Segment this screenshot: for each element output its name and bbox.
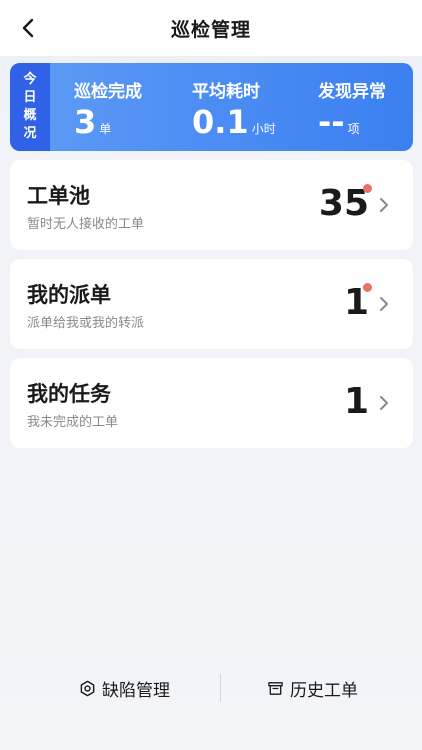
- history-orders-button[interactable]: 历史工单: [267, 676, 358, 701]
- card-title: 我的任务: [27, 382, 111, 406]
- card-subtitle: 派单给我或我的转派: [27, 316, 145, 331]
- stat-inspections-completed: 巡检完成 3 单: [74, 77, 142, 140]
- defect-management-button[interactable]: 缺陷管理: [79, 676, 170, 701]
- card-count: 1: [343, 381, 369, 422]
- stat-unit: 单: [99, 122, 112, 136]
- unread-dot: [363, 184, 372, 193]
- tag-char: 概: [23, 108, 37, 123]
- chevron-right-icon: [380, 297, 388, 311]
- stat-label: 巡检完成: [74, 82, 142, 102]
- stat-value: 3: [74, 103, 97, 141]
- my-tasks-card[interactable]: 我的任务 我未完成的工单 1: [10, 358, 413, 448]
- card-title: 我的派单: [27, 283, 111, 307]
- screen: 巡检管理 今 日 概 况 巡检完成 3 单 平均耗时 0.1 小时 发现异常 -…: [0, 0, 422, 750]
- tag-char: 况: [23, 126, 37, 141]
- stat-unit: 项: [347, 122, 360, 136]
- hexagon-icon: [80, 680, 95, 697]
- card-subtitle: 我未完成的工单: [27, 415, 119, 430]
- divider: [220, 674, 221, 702]
- stat-value: 0.1: [192, 103, 249, 141]
- card-count: 35: [318, 183, 369, 224]
- card-title: 工单池: [27, 184, 90, 208]
- today-overview-tag: 今 日 概 况: [10, 63, 50, 151]
- work-order-pool-card[interactable]: 工单池 暂时无人接收的工单 35: [10, 160, 413, 250]
- nav-bar: 巡检管理: [0, 0, 422, 56]
- stat-value: --: [318, 103, 345, 141]
- stat-average-time: 平均耗时 0.1 小时: [192, 77, 276, 140]
- my-dispatch-card[interactable]: 我的派单 派单给我或我的转派 1: [10, 259, 413, 349]
- tag-char: 今: [23, 72, 37, 87]
- history-icon: [268, 682, 283, 695]
- chevron-right-icon: [380, 198, 388, 212]
- stat-unit: 小时: [251, 122, 276, 136]
- chevron-left-icon: [22, 18, 34, 38]
- chevron-right-icon: [380, 396, 388, 410]
- back-button[interactable]: [12, 12, 44, 44]
- history-orders-label: 历史工单: [290, 681, 358, 701]
- bottom-action-bar: 缺陷管理 历史工单: [0, 668, 422, 708]
- page-title: 巡检管理: [170, 18, 251, 41]
- tag-char: 日: [23, 90, 37, 105]
- stat-label: 发现异常: [318, 82, 386, 102]
- defect-management-label: 缺陷管理: [102, 681, 170, 701]
- stat-anomalies-found: 发现异常 -- 项: [318, 77, 386, 140]
- today-summary-banner: 今 日 概 况 巡检完成 3 单 平均耗时 0.1 小时 发现异常 -- 项: [10, 63, 413, 151]
- unread-dot: [363, 283, 372, 292]
- stat-label: 平均耗时: [192, 82, 260, 102]
- card-subtitle: 暂时无人接收的工单: [27, 217, 145, 232]
